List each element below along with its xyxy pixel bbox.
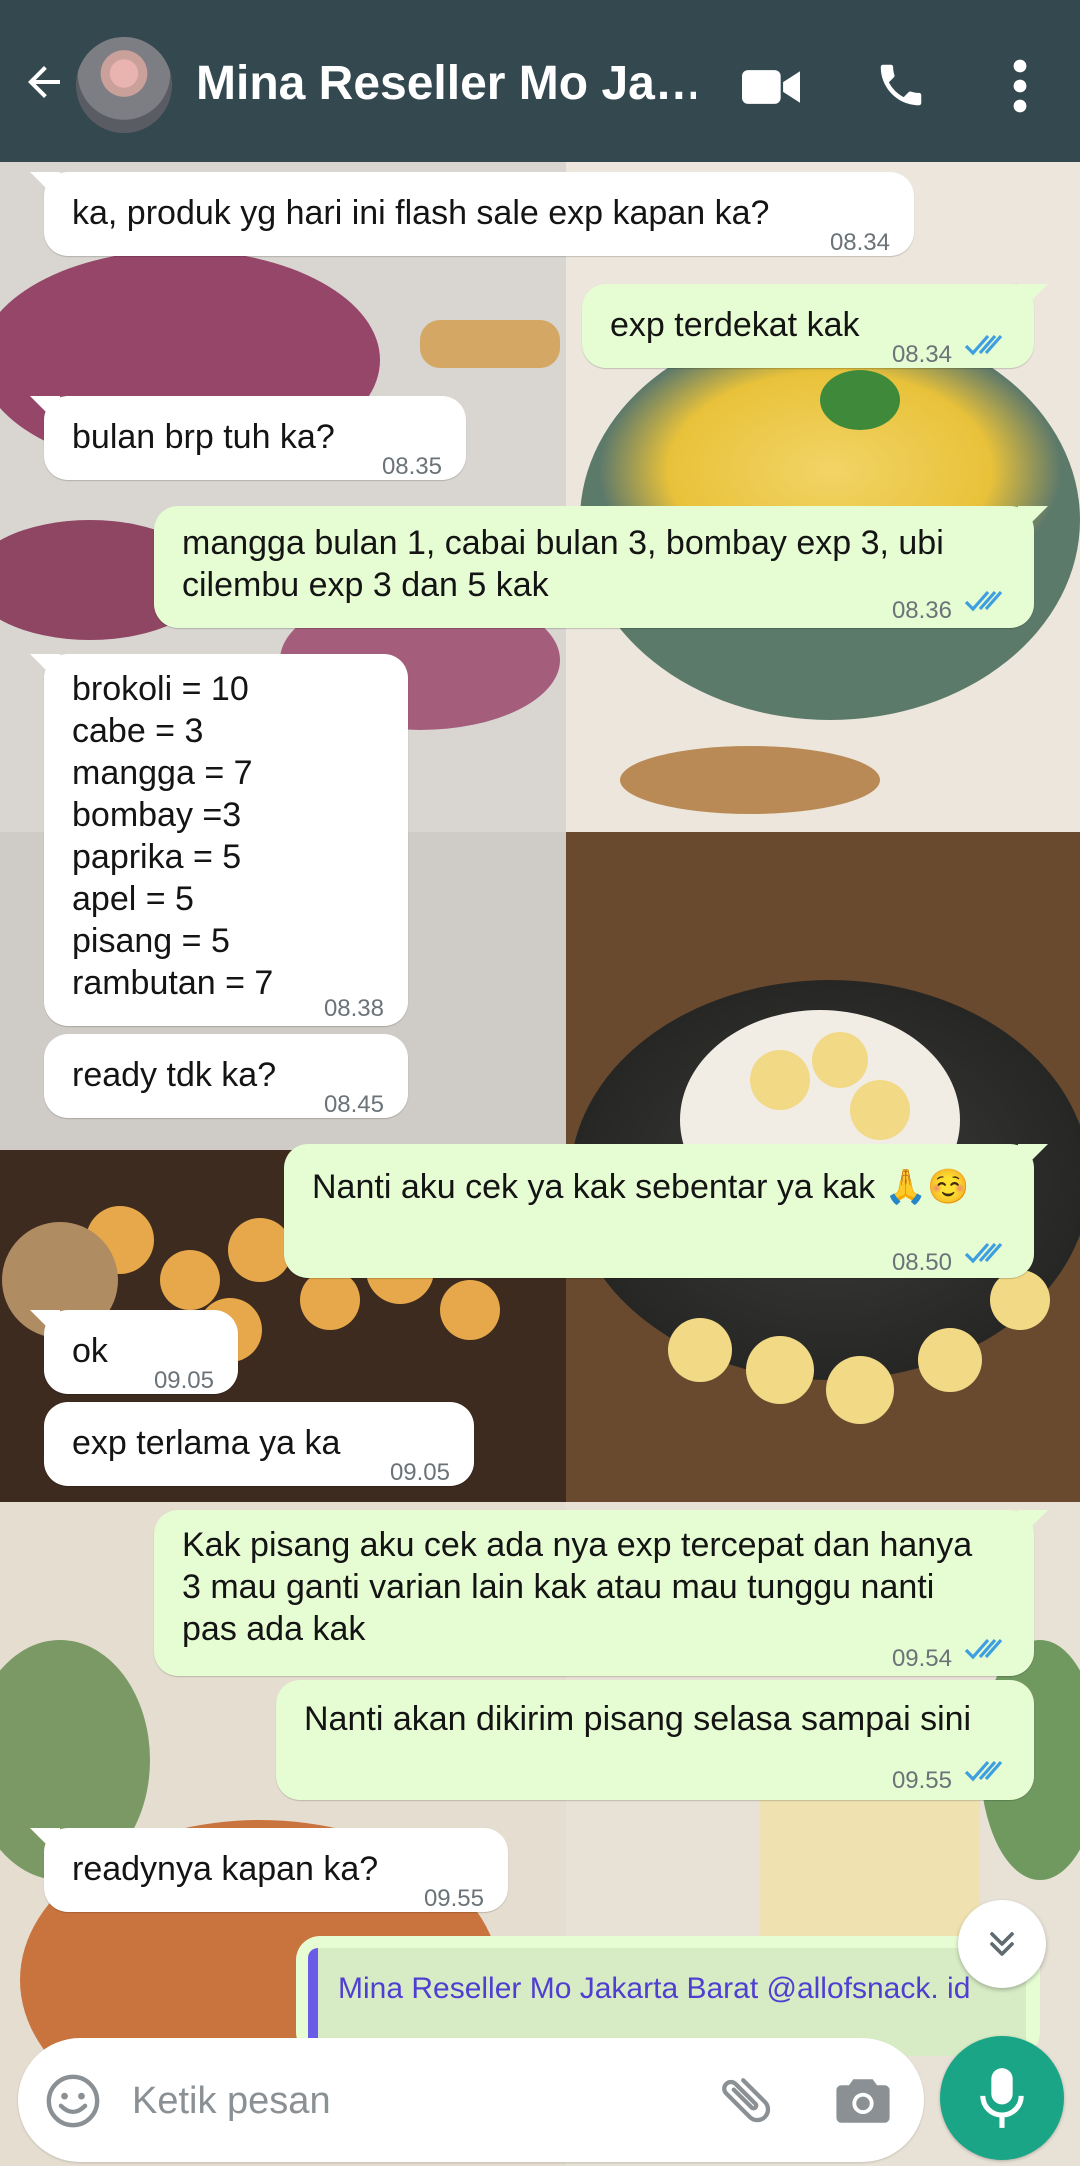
emoji-icon[interactable] [44,2072,102,2130]
bubble-tail [30,172,60,202]
microphone-icon [980,2068,1024,2128]
video-camera-icon[interactable] [742,62,800,112]
message-time: 09.55 [891,1767,952,1794]
incoming-message[interactable]: brokoli = 10 cabe = 3 mangga = 7 bombay … [30,654,408,1026]
message-time: 08.34 [891,341,952,368]
incoming-message[interactable]: readynya kapan ka? 09.55 [30,1828,508,1912]
read-receipt-icon [964,1242,1003,1264]
message-composer [18,2038,924,2162]
bubble-tail [1018,284,1048,314]
message-time: 08.34 [829,229,890,256]
message-time: 09.05 [153,1367,214,1394]
outgoing-message[interactable]: exp terdekat kak 08.34 [582,284,1048,368]
avatar[interactable] [76,37,172,133]
outgoing-message[interactable]: mangga bulan 1, cabai bulan 3, bombay ex… [154,506,1048,628]
message-text: exp terdekat kak [610,306,860,344]
arrow-back-icon[interactable] [20,58,68,106]
message-list[interactable]: ka, produk yg hari ini flash sale exp ka… [0,162,1080,2022]
message-text: Nanti akan dikirim pisang selasa sampai … [304,1700,972,1738]
message-text: Nanti aku cek ya kak sebentar ya kak 🙏☺️ [312,1168,970,1206]
message-input[interactable] [130,2068,694,2134]
incoming-message[interactable]: bulan brp tuh ka? 08.35 [30,396,466,480]
phone-icon[interactable] [874,58,928,112]
message-time: 09.05 [389,1459,450,1486]
message-time: 09.54 [891,1645,952,1672]
message-time: 08.50 [891,1249,952,1276]
bubble-tail [30,654,60,684]
message-text: mangga bulan 1, cabai bulan 3, bombay ex… [182,524,944,604]
quote-sender: Mina Reseller Mo Jakarta Barat @allofsna… [338,1972,971,2005]
outgoing-message[interactable]: Nanti aku cek ya kak sebentar ya kak 🙏☺️… [284,1144,1048,1278]
chat-header: Mina Reseller Mo Ja… [0,0,1080,162]
bubble-tail [30,1310,60,1340]
message-text: bulan brp tuh ka? [72,418,335,456]
message-text: Kak pisang aku cek ada nya exp tercepat … [182,1526,973,1648]
message-text: readynya kapan ka? [72,1850,379,1888]
incoming-message[interactable]: ready tdk ka? 08.45 [44,1034,408,1118]
incoming-message[interactable]: ka, produk yg hari ini flash sale exp ka… [30,172,914,256]
incoming-message[interactable]: exp terlama ya ka 09.05 [44,1402,474,1486]
message-text: brokoli = 10 cabe = 3 mangga = 7 bombay … [72,670,274,1002]
bubble-tail [30,396,60,426]
message-time: 08.45 [323,1091,384,1118]
more-vert-icon[interactable] [1002,58,1038,114]
bubble-tail [1018,1144,1048,1174]
read-receipt-icon [964,1638,1003,1660]
message-time: 09.55 [423,1885,484,1912]
read-receipt-icon [964,1760,1003,1782]
outgoing-message[interactable]: Nanti akan dikirim pisang selasa sampai … [276,1680,1034,1800]
double-chevron-down-icon [990,1932,1014,1956]
contact-name[interactable]: Mina Reseller Mo Ja… [196,56,696,112]
message-text: ka, produk yg hari ini flash sale exp ka… [72,194,770,232]
bubble-tail [1018,1510,1048,1540]
scroll-to-bottom-button[interactable] [958,1900,1046,1988]
incoming-message[interactable]: ok 09.05 [30,1310,238,1394]
message-text: ready tdk ka? [72,1056,277,1094]
read-receipt-icon [964,334,1003,356]
message-time: 08.36 [891,597,952,624]
message-time: 08.35 [381,453,442,480]
camera-icon[interactable] [834,2074,892,2128]
message-text: ok [72,1332,108,1370]
voice-record-button[interactable] [940,2036,1064,2160]
message-time: 08.38 [323,995,384,1022]
read-receipt-icon [964,590,1003,612]
message-text: exp terlama ya ka [72,1424,341,1462]
bubble-tail [30,1828,60,1858]
paperclip-icon[interactable] [714,2068,778,2132]
bubble-tail [1018,506,1048,536]
outgoing-message[interactable]: Kak pisang aku cek ada nya exp tercepat … [154,1510,1048,1676]
